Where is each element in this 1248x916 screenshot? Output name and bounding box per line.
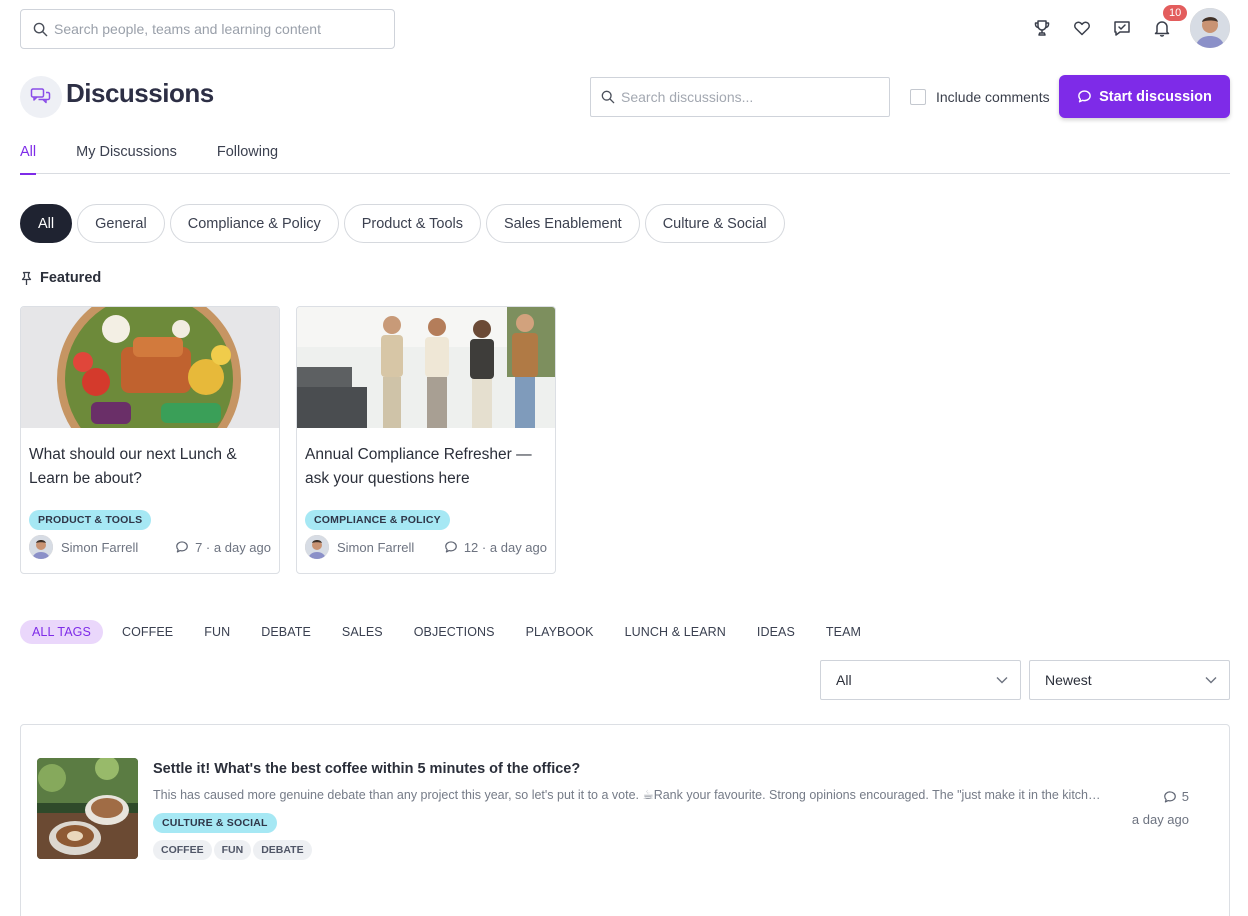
tag-objections[interactable]: OBJECTIONS bbox=[402, 620, 507, 644]
chevron-down-icon bbox=[996, 677, 1008, 684]
author-name[interactable]: Simon Farrell bbox=[337, 540, 444, 555]
discussion-search[interactable] bbox=[590, 77, 890, 117]
global-search[interactable] bbox=[20, 9, 395, 49]
scope-select-value: All bbox=[836, 672, 852, 688]
featured-card-meta: Simon Farrell 12 · a day ago bbox=[297, 530, 555, 559]
tag-coffee[interactable]: COFFEE bbox=[110, 620, 185, 644]
featured-heading: Featured bbox=[20, 270, 101, 286]
notification-badge: 10 bbox=[1163, 5, 1188, 21]
salad-bowl-image bbox=[21, 307, 279, 428]
include-comments-toggle[interactable]: Include comments bbox=[910, 89, 1050, 105]
post-time: a day ago bbox=[1131, 812, 1189, 827]
chat-bubbles-icon bbox=[30, 88, 51, 104]
category-all[interactable]: All bbox=[20, 204, 73, 243]
featured-card[interactable]: Annual Compliance Refresher — ask your q… bbox=[296, 306, 556, 574]
discussion-comment-count: 5 bbox=[1163, 789, 1189, 804]
discussion-list: Settle it! What's the best coffee within… bbox=[20, 724, 1230, 916]
comment-count: 5 bbox=[1181, 789, 1189, 804]
chevron-down-icon bbox=[1205, 677, 1217, 684]
comment-stats: 12 · a day ago bbox=[444, 540, 547, 555]
discussion-tags: COFFEE FUN DEBATE bbox=[153, 840, 314, 860]
category-chip: PRODUCT & TOOLS bbox=[29, 510, 152, 530]
author-name[interactable]: Simon Farrell bbox=[61, 540, 175, 555]
featured-card-meta: Simon Farrell 7 · a day ago bbox=[21, 530, 279, 559]
user-avatar[interactable] bbox=[1190, 8, 1230, 48]
search-icon bbox=[601, 90, 615, 104]
avatar-photo bbox=[1190, 8, 1230, 48]
pin-icon bbox=[21, 271, 32, 285]
tab-all[interactable]: All bbox=[20, 144, 37, 175]
search-icon bbox=[33, 22, 48, 36]
start-discussion-button[interactable]: Start discussion bbox=[1059, 75, 1230, 118]
meta-separator: · bbox=[481, 539, 487, 555]
page-title: Discussions bbox=[66, 78, 214, 108]
tag-chip: COFFEE bbox=[153, 840, 212, 860]
comment-icon bbox=[176, 541, 188, 553]
chat-bubble-icon bbox=[1078, 90, 1091, 103]
discussions-icon-badge bbox=[20, 76, 62, 118]
discussion-tabs: All My Discussions Following bbox=[20, 144, 1230, 175]
discussion-thumbnail bbox=[37, 758, 138, 859]
featured-card[interactable]: What should our next Lunch & Learn be ab… bbox=[20, 306, 280, 574]
notifications-button[interactable]: 10 bbox=[1142, 5, 1188, 48]
category-chip: COMPLIANCE & POLICY bbox=[305, 510, 450, 530]
category-general[interactable]: General bbox=[77, 204, 165, 243]
scope-select[interactable]: All bbox=[820, 660, 1021, 700]
comment-icon bbox=[444, 541, 457, 553]
post-time: a day ago bbox=[213, 539, 271, 555]
discussion-search-input[interactable] bbox=[621, 89, 871, 105]
featured-image-salad bbox=[21, 307, 279, 428]
tag-chip: FUN bbox=[213, 840, 252, 860]
include-comments-checkbox[interactable] bbox=[910, 89, 926, 105]
top-icons: 10 bbox=[1022, 5, 1230, 48]
tag-filters: ALL TAGS COFFEE FUN DEBATE SALES OBJECTI… bbox=[20, 620, 880, 644]
category-compliance-policy[interactable]: Compliance & Policy bbox=[169, 204, 339, 243]
comment-count: 7 bbox=[195, 539, 203, 555]
tag-debate[interactable]: DEBATE bbox=[249, 620, 323, 644]
featured-image-people bbox=[297, 307, 555, 428]
tag-sales[interactable]: SALES bbox=[330, 620, 395, 644]
office-people-image bbox=[297, 307, 555, 428]
category-product-tools[interactable]: Product & Tools bbox=[343, 204, 481, 243]
featured-card-title: What should our next Lunch & Learn be ab… bbox=[29, 446, 237, 487]
tag-fun[interactable]: FUN bbox=[192, 620, 242, 644]
coffee-cups-image bbox=[37, 758, 138, 859]
discussion-excerpt: This has caused more genuine debate than… bbox=[153, 788, 1103, 802]
tag-team[interactable]: TEAM bbox=[814, 620, 873, 644]
category-chip: CULTURE & SOCIAL bbox=[153, 813, 277, 833]
tab-following[interactable]: Following bbox=[217, 144, 278, 174]
sort-select-value: Newest bbox=[1045, 672, 1092, 688]
feedback-button[interactable] bbox=[1102, 8, 1142, 48]
featured-label: Featured bbox=[40, 270, 102, 286]
global-search-input[interactable] bbox=[54, 21, 374, 37]
tag-ideas[interactable]: IDEAS bbox=[745, 620, 807, 644]
post-time: a day ago bbox=[489, 539, 547, 555]
tag-lunch-learn[interactable]: LUNCH & LEARN bbox=[613, 620, 738, 644]
discussion-title[interactable]: Settle it! What's the best coffee within… bbox=[153, 761, 580, 777]
featured-card-title: Annual Compliance Refresher — ask your q… bbox=[305, 446, 532, 487]
comment-stats: 7 · a day ago bbox=[175, 540, 271, 555]
tag-all-tags[interactable]: ALL TAGS bbox=[20, 620, 103, 644]
message-check-icon bbox=[1114, 21, 1130, 36]
author-avatar bbox=[305, 535, 329, 559]
start-discussion-label: Start discussion bbox=[1099, 88, 1212, 105]
author-avatar bbox=[29, 535, 53, 559]
tab-my-discussions[interactable]: My Discussions bbox=[76, 144, 177, 174]
sort-select[interactable]: Newest bbox=[1029, 660, 1230, 700]
trophy-icon bbox=[1034, 20, 1050, 36]
favorites-button[interactable] bbox=[1062, 8, 1102, 48]
bell-icon bbox=[1154, 21, 1170, 37]
comment-icon bbox=[1163, 790, 1176, 803]
category-filters: All General Compliance & Policy Product … bbox=[20, 204, 790, 243]
comment-count: 12 bbox=[463, 539, 479, 555]
meta-separator: · bbox=[205, 539, 211, 555]
category-culture-social[interactable]: Culture & Social bbox=[644, 204, 785, 243]
heart-icon bbox=[1074, 21, 1090, 36]
tag-playbook[interactable]: PLAYBOOK bbox=[514, 620, 606, 644]
achievements-button[interactable] bbox=[1022, 8, 1062, 48]
tag-chip: DEBATE bbox=[253, 840, 312, 860]
include-comments-label: Include comments bbox=[936, 89, 1050, 105]
category-sales-enablement[interactable]: Sales Enablement bbox=[486, 204, 640, 243]
